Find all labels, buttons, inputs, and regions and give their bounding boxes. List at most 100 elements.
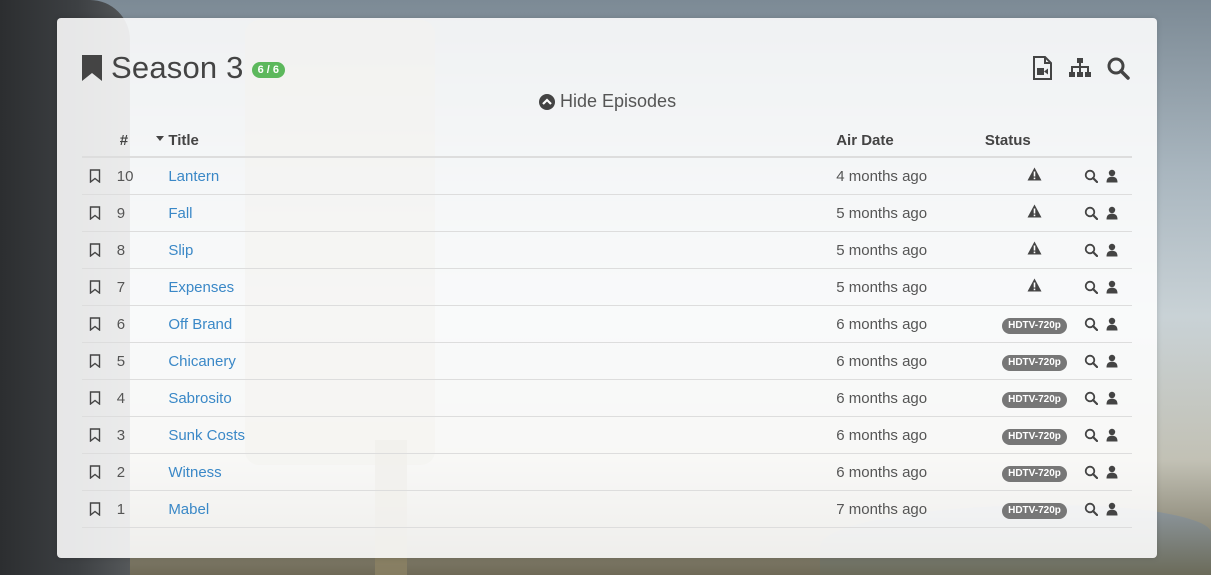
search-icon[interactable]	[1084, 169, 1099, 183]
episode-title-link[interactable]: Off Brand	[168, 316, 232, 333]
user-icon[interactable]	[1106, 465, 1118, 479]
table-row: 6 Off Brand 6 months ago HDTV-720p	[82, 305, 1132, 343]
air-date-cell: 4 months ago	[836, 157, 985, 195]
user-icon[interactable]	[1106, 169, 1118, 183]
actions-cell	[1084, 416, 1132, 454]
bookmark-cell	[82, 157, 109, 195]
user-icon[interactable]	[1106, 243, 1118, 257]
episode-title-link[interactable]: Slip	[168, 242, 193, 259]
episode-title-link[interactable]: Lantern	[168, 168, 219, 185]
air-date: 5 months ago	[836, 204, 928, 222]
bookmark-cell	[82, 490, 109, 528]
table-row: 5 Chicanery 6 months ago HDTV-720p	[82, 342, 1132, 380]
bookmark-cell	[82, 305, 109, 343]
air-date: 6 months ago	[836, 389, 928, 407]
bookmark-cell	[82, 268, 109, 306]
episode-number-text: 9	[116, 204, 126, 222]
episode-number: 7	[108, 268, 169, 306]
quality-badge: HDTV-720p	[1002, 354, 1067, 371]
search-icon[interactable]	[1084, 280, 1099, 294]
bookmark-outline-icon[interactable]	[89, 354, 101, 368]
sort-caret-down-icon	[156, 136, 165, 141]
search-icon[interactable]	[1084, 428, 1099, 442]
episode-number: 6	[108, 305, 169, 343]
table-row: 2 Witness 6 months ago HDTV-720p	[82, 453, 1132, 491]
air-date-cell: 7 months ago	[836, 490, 985, 528]
status-cell: HDTV-720p	[984, 342, 1085, 380]
actions-cell	[1084, 490, 1132, 528]
video-file-icon[interactable]	[1030, 56, 1054, 80]
bookmark-outline-icon[interactable]	[89, 206, 101, 220]
bookmark-outline-icon[interactable]	[89, 317, 101, 331]
episode-count-badge: 6 / 6	[251, 62, 285, 78]
column-header-actions	[1084, 124, 1132, 158]
actions-cell	[1084, 305, 1132, 343]
search-icon[interactable]	[1084, 391, 1099, 405]
air-date-cell: 6 months ago	[836, 453, 985, 491]
bookmark-outline-icon[interactable]	[89, 243, 101, 257]
column-header-air-date[interactable]: Air Date	[836, 124, 985, 158]
hide-episodes-toggle[interactable]: Hide Episodes	[539, 91, 676, 112]
episode-title-cell: Witness	[168, 453, 837, 491]
user-icon[interactable]	[1106, 391, 1118, 405]
user-icon[interactable]	[1106, 280, 1118, 294]
sitemap-icon[interactable]	[1068, 56, 1092, 80]
actions-cell	[1084, 379, 1132, 417]
episode-title-link[interactable]: Fall	[168, 205, 192, 222]
episode-number: 9	[108, 194, 169, 232]
episode-number: 10	[108, 157, 169, 195]
table-row: 10 Lantern 4 months ago	[82, 157, 1132, 195]
episode-title-cell: Slip	[168, 231, 837, 269]
episode-number-text: 1	[116, 500, 126, 518]
quality-badge: HDTV-720p	[1002, 502, 1067, 519]
search-icon[interactable]	[1084, 206, 1099, 220]
season-panel: Season 3 6 / 6 Hide Episodes # Title Air…	[57, 18, 1157, 558]
episode-title-link[interactable]: Expenses	[168, 279, 234, 296]
table-row: 8 Slip 5 months ago	[82, 231, 1132, 269]
search-icon[interactable]	[1084, 317, 1099, 331]
search-icon[interactable]	[1084, 354, 1099, 368]
bookmark-outline-icon[interactable]	[89, 391, 101, 405]
air-date-cell: 6 months ago	[836, 342, 985, 380]
episode-title-link[interactable]: Chicanery	[168, 353, 236, 370]
search-icon[interactable]	[1084, 502, 1099, 516]
bookmark-outline-icon[interactable]	[89, 502, 101, 516]
column-header-status[interactable]: Status	[984, 124, 1085, 158]
air-date: 6 months ago	[836, 315, 928, 333]
search-icon[interactable]	[1106, 56, 1130, 80]
episode-title-link[interactable]: Sabrosito	[168, 390, 231, 407]
status-cell: HDTV-720p	[984, 379, 1085, 417]
episode-title-link[interactable]: Mabel	[168, 501, 209, 518]
episode-title-cell: Fall	[168, 194, 837, 232]
user-icon[interactable]	[1106, 317, 1118, 331]
air-date-cell: 5 months ago	[836, 231, 985, 269]
episode-title-cell: Mabel	[168, 490, 837, 528]
status-cell: HDTV-720p	[984, 490, 1085, 528]
bookmark-outline-icon[interactable]	[89, 465, 101, 479]
episode-title-link[interactable]: Sunk Costs	[168, 427, 245, 444]
episode-number: 4	[108, 379, 169, 417]
season-actions	[1030, 56, 1130, 80]
column-header-number[interactable]: #	[108, 124, 169, 158]
quality-badge: HDTV-720p	[1002, 428, 1067, 445]
actions-cell	[1084, 157, 1132, 195]
episode-number-text: 3	[116, 426, 126, 444]
bookmark-outline-icon[interactable]	[89, 280, 101, 294]
bookmark-cell	[82, 194, 109, 232]
search-icon[interactable]	[1084, 465, 1099, 479]
user-icon[interactable]	[1106, 354, 1118, 368]
user-icon[interactable]	[1106, 206, 1118, 220]
bookmark-icon[interactable]	[81, 54, 103, 82]
user-icon[interactable]	[1106, 428, 1118, 442]
bookmark-outline-icon[interactable]	[89, 169, 101, 183]
episode-title-cell: Lantern	[168, 157, 837, 195]
table-row: 3 Sunk Costs 6 months ago HDTV-720p	[82, 416, 1132, 454]
user-icon[interactable]	[1106, 502, 1118, 516]
bookmark-outline-icon[interactable]	[89, 428, 101, 442]
air-date-cell: 5 months ago	[836, 268, 985, 306]
column-header-title[interactable]: Title	[168, 124, 837, 158]
search-icon[interactable]	[1084, 243, 1099, 257]
episode-title-cell: Off Brand	[168, 305, 837, 343]
episode-table: # Title Air Date Status 10 Lantern 4 mon…	[82, 124, 1132, 528]
episode-title-link[interactable]: Witness	[168, 464, 221, 481]
